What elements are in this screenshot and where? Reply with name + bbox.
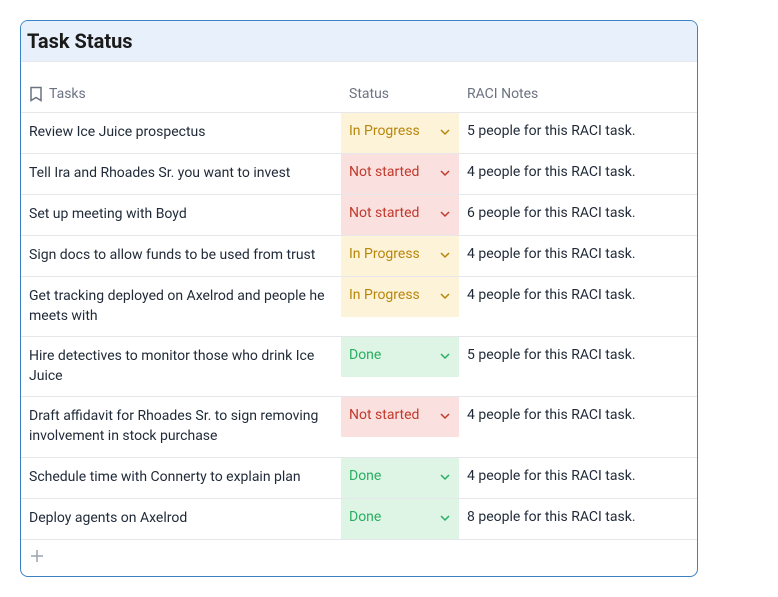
chevron-down-icon <box>439 410 451 422</box>
task-text: Deploy agents on Axelrod <box>29 510 187 526</box>
chevron-down-icon <box>439 126 451 138</box>
chevron-down-icon <box>439 471 451 483</box>
status-cell: Done <box>341 498 459 539</box>
raci-text: 5 people for this RACI task. <box>467 123 636 139</box>
status-cell: Not started <box>341 195 459 236</box>
status-cell: In Progress <box>341 236 459 277</box>
raci-cell[interactable]: 5 people for this RACI task. <box>459 113 697 154</box>
chevron-down-icon <box>439 350 451 362</box>
status-dropdown[interactable]: Done <box>341 458 459 498</box>
chevron-down-icon <box>439 167 451 179</box>
task-cell[interactable]: Draft affidavit for Rhoades Sr. to sign … <box>21 397 341 457</box>
task-text: Sign docs to allow funds to be used from… <box>29 247 315 263</box>
status-dropdown[interactable]: Not started <box>341 195 459 235</box>
raci-text: 4 people for this RACI task. <box>467 468 636 484</box>
task-text: Draft affidavit for Rhoades Sr. to sign … <box>29 408 318 444</box>
card-title: Task Status <box>27 29 691 53</box>
task-cell[interactable]: Schedule time with Connerty to explain p… <box>21 457 341 498</box>
status-dropdown[interactable]: In Progress <box>341 113 459 153</box>
table-row: Deploy agents on Axelrod Done 8 people for… <box>21 498 697 539</box>
raci-cell[interactable]: 4 people for this RACI task. <box>459 154 697 195</box>
table-row: Sign docs to allow funds to be used from… <box>21 236 697 277</box>
table-row: Hire detectives to monitor those who dri… <box>21 337 697 397</box>
task-text: Tell Ira and Rhoades Sr. you want to inv… <box>29 165 290 181</box>
chevron-down-icon <box>439 512 451 524</box>
chevron-down-icon <box>439 208 451 220</box>
task-status-card: Task Status Tasks Status <box>20 20 698 577</box>
raci-text: 5 people for this RACI task. <box>467 347 636 363</box>
task-cell[interactable]: Tell Ira and Rhoades Sr. you want to inv… <box>21 154 341 195</box>
status-cell: Not started <box>341 154 459 195</box>
task-table: Tasks Status RACI Notes Review Ice Juice… <box>21 62 697 539</box>
task-cell[interactable]: Review Ice Juice prospectus <box>21 113 341 154</box>
status-dropdown[interactable]: In Progress <box>341 277 459 317</box>
status-dropdown[interactable]: In Progress <box>341 236 459 276</box>
table-row: Review Ice Juice prospectus In Progress 5 … <box>21 113 697 154</box>
raci-text: 4 people for this RACI task. <box>467 287 636 303</box>
status-dropdown[interactable]: Done <box>341 337 459 377</box>
table-row: Get tracking deployed on Axelrod and peo… <box>21 277 697 337</box>
status-label: In Progress <box>349 287 420 303</box>
status-label: Done <box>349 468 381 484</box>
table-row: Tell Ira and Rhoades Sr. you want to inv… <box>21 154 697 195</box>
task-text: Hire detectives to monitor those who dri… <box>29 348 314 384</box>
status-cell: Done <box>341 457 459 498</box>
status-label: In Progress <box>349 123 420 139</box>
raci-text: 4 people for this RACI task. <box>467 407 636 423</box>
status-label: In Progress <box>349 246 420 262</box>
add-row <box>21 539 697 576</box>
card-header: Task Status <box>21 21 697 62</box>
task-cell[interactable]: Sign docs to allow funds to be used from… <box>21 236 341 277</box>
task-cell[interactable]: Deploy agents on Axelrod <box>21 498 341 539</box>
status-label: Not started <box>349 164 419 180</box>
table-row: Draft affidavit for Rhoades Sr. to sign … <box>21 397 697 457</box>
raci-text: 4 people for this RACI task. <box>467 246 636 262</box>
status-label: Done <box>349 509 381 525</box>
raci-text: 4 people for this RACI task. <box>467 164 636 180</box>
table-row: Set up meeting with Boyd Not started 6 peo… <box>21 195 697 236</box>
status-cell: In Progress <box>341 113 459 154</box>
raci-cell[interactable]: 4 people for this RACI task. <box>459 236 697 277</box>
raci-cell[interactable]: 8 people for this RACI task. <box>459 498 697 539</box>
status-label: Not started <box>349 205 419 221</box>
chevron-down-icon <box>439 249 451 261</box>
task-text: Review Ice Juice prospectus <box>29 124 205 140</box>
header-tasks: Tasks <box>21 62 341 113</box>
header-raci: RACI Notes <box>459 62 697 113</box>
status-cell: Not started <box>341 397 459 457</box>
raci-text: 8 people for this RACI task. <box>467 509 636 525</box>
raci-cell[interactable]: 4 people for this RACI task. <box>459 457 697 498</box>
status-label: Done <box>349 347 381 363</box>
raci-cell[interactable]: 4 people for this RACI task. <box>459 397 697 457</box>
task-text: Set up meeting with Boyd <box>29 206 187 222</box>
raci-cell[interactable]: 4 people for this RACI task. <box>459 277 697 337</box>
header-status-label: Status <box>349 86 389 102</box>
status-dropdown[interactable]: Not started <box>341 154 459 194</box>
header-raci-label: RACI Notes <box>467 86 538 102</box>
header-status: Status <box>341 62 459 113</box>
status-cell: In Progress <box>341 277 459 337</box>
bookmark-icon <box>29 86 43 102</box>
task-cell[interactable]: Hire detectives to monitor those who dri… <box>21 337 341 397</box>
table-header-row: Tasks Status RACI Notes <box>21 62 697 113</box>
header-tasks-label: Tasks <box>49 86 86 102</box>
status-dropdown[interactable]: Not started <box>341 397 459 437</box>
raci-cell[interactable]: 5 people for this RACI task. <box>459 337 697 397</box>
plus-icon[interactable] <box>29 548 45 564</box>
status-cell: Done <box>341 337 459 397</box>
task-cell[interactable]: Get tracking deployed on Axelrod and peo… <box>21 277 341 337</box>
task-cell[interactable]: Set up meeting with Boyd <box>21 195 341 236</box>
raci-text: 6 people for this RACI task. <box>467 205 636 221</box>
task-text: Schedule time with Connerty to explain p… <box>29 469 301 485</box>
table-row: Schedule time with Connerty to explain p… <box>21 457 697 498</box>
chevron-down-icon <box>439 290 451 302</box>
status-label: Not started <box>349 407 419 423</box>
task-text: Get tracking deployed on Axelrod and peo… <box>29 288 325 324</box>
status-dropdown[interactable]: Done <box>341 499 459 539</box>
raci-cell[interactable]: 6 people for this RACI task. <box>459 195 697 236</box>
